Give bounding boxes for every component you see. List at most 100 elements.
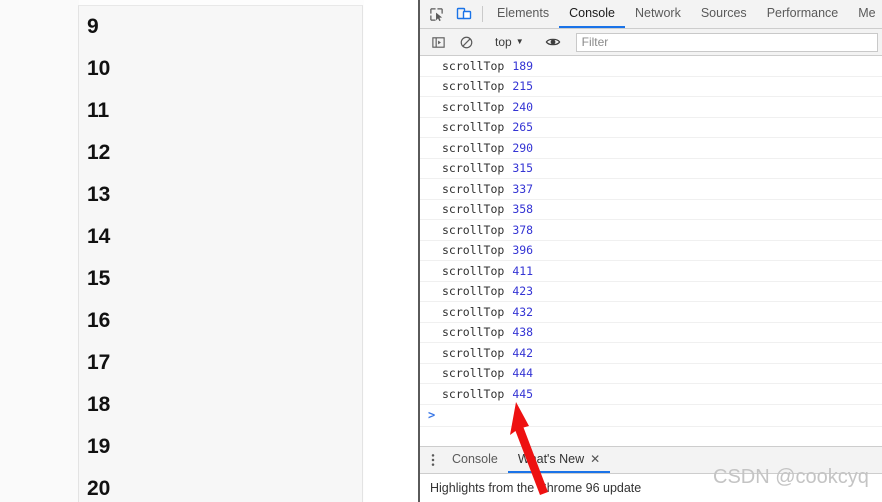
console-message-list[interactable]: scrollTop 189 scrollTop 215 scrollTop 240 scro…: [420, 56, 882, 446]
list-item: 15: [87, 267, 111, 290]
drawer-tab-console[interactable]: Console: [442, 447, 508, 473]
create-live-expression-icon[interactable]: [539, 34, 567, 50]
list-item: 14: [87, 225, 111, 248]
console-message-label: scrollTop: [442, 284, 505, 299]
inspect-element-icon[interactable]: [422, 0, 450, 28]
console-message-label: scrollTop: [442, 181, 505, 196]
console-message-value: 396: [512, 243, 534, 258]
more-options-icon[interactable]: [424, 447, 442, 473]
console-context-selector[interactable]: top ▼: [489, 35, 530, 49]
list-item: 11: [87, 99, 110, 122]
console-prompt-chevron-icon: >: [428, 408, 436, 422]
console-message-row: scrollTop 438: [420, 323, 882, 343]
tab-console[interactable]: Console: [559, 0, 625, 28]
devtools-panel: Elements Console Network Sources Perform…: [418, 0, 882, 502]
console-message-row: scrollTop 396: [420, 241, 882, 261]
console-message-value: 411: [512, 263, 534, 278]
console-message-row: scrollTop 378: [420, 220, 882, 241]
watermark-text: CSDN @cookcyq: [713, 466, 869, 488]
list-item: 10: [87, 57, 111, 80]
list-item: 17: [87, 351, 111, 374]
console-message-value: 432: [512, 304, 534, 319]
drawer-tab-whats-new-label: What's New: [517, 452, 585, 466]
console-message-label: scrollTop: [442, 202, 505, 217]
console-message-value: 265: [512, 120, 534, 135]
console-message-value: 438: [512, 325, 534, 340]
tab-elements[interactable]: Elements: [487, 0, 559, 28]
console-message-row: scrollTop 423: [420, 282, 882, 302]
console-message-label: scrollTop: [442, 366, 505, 381]
console-message-value: 290: [512, 140, 534, 155]
console-message-value: 337: [512, 181, 534, 196]
tab-memory-label: Me: [858, 6, 876, 20]
console-message-value: 240: [512, 99, 534, 114]
console-message-value: 315: [512, 161, 534, 176]
tab-memory[interactable]: Me: [848, 0, 882, 28]
console-message-value: 442: [512, 345, 534, 360]
console-message-row: scrollTop 265: [420, 118, 882, 138]
console-message-value: 378: [512, 222, 534, 237]
tab-performance[interactable]: Performance: [757, 0, 849, 28]
console-message-label: scrollTop: [442, 243, 505, 258]
console-message-label: scrollTop: [442, 99, 505, 114]
console-message-value: 445: [512, 386, 534, 401]
close-icon[interactable]: ✕: [590, 452, 600, 466]
console-message-row: scrollTop 432: [420, 302, 882, 323]
console-message-value: 215: [512, 79, 534, 94]
console-prompt-row[interactable]: >: [420, 405, 882, 427]
console-message-row: scrollTop 215: [420, 77, 882, 97]
console-filter-toolbar: top ▼: [420, 29, 882, 56]
list-item: 20: [87, 477, 111, 500]
whats-new-headline: Highlights from the Chrome 96 update: [430, 481, 642, 495]
console-message-value: 444: [512, 366, 534, 381]
console-message-value: 358: [512, 202, 534, 217]
console-message-row: scrollTop 315: [420, 159, 882, 179]
console-message-row: scrollTop 337: [420, 179, 882, 200]
console-message-row: scrollTop 442: [420, 343, 882, 364]
console-context-value: top: [495, 35, 512, 49]
console-message-value: 423: [512, 284, 534, 299]
chevron-down-icon: ▼: [515, 37, 524, 46]
list-item: 16: [87, 309, 111, 332]
list-item: 12: [87, 141, 111, 164]
console-message-label: scrollTop: [442, 263, 505, 278]
tab-sources[interactable]: Sources: [691, 0, 757, 28]
console-message-label: scrollTop: [442, 140, 505, 155]
show-console-sidebar-icon[interactable]: [424, 35, 452, 50]
list-item: 18: [87, 393, 111, 416]
device-toolbar-icon[interactable]: [450, 0, 478, 28]
clear-console-icon[interactable]: [452, 35, 480, 50]
scrollable-number-list[interactable]: 9 10 11 12 13 14 15 16 17 18 19 20: [78, 5, 363, 502]
tab-console-label: Console: [569, 6, 615, 20]
console-message-row: scrollTop 445: [420, 384, 882, 405]
console-message-label: scrollTop: [442, 161, 505, 176]
console-message-label: scrollTop: [442, 79, 505, 94]
toolbar-separator: [482, 6, 483, 22]
console-message-row: scrollTop 189: [420, 56, 882, 77]
tab-sources-label: Sources: [700, 6, 747, 20]
drawer-tab-console-label: Console: [452, 452, 498, 466]
console-message-label: scrollTop: [442, 386, 505, 401]
console-message-row: scrollTop 290: [420, 138, 882, 159]
console-message-row: scrollTop 444: [420, 364, 882, 384]
tab-network[interactable]: Network: [625, 0, 691, 28]
list-item: 13: [87, 183, 111, 206]
list-item: 9: [87, 15, 99, 38]
tab-performance-label: Performance: [766, 6, 839, 20]
console-message-label: scrollTop: [442, 120, 505, 135]
tab-elements-label: Elements: [497, 6, 550, 20]
console-filter-input[interactable]: [575, 32, 878, 52]
console-message-label: scrollTop: [442, 222, 505, 237]
console-message-row: scrollTop 411: [420, 261, 882, 282]
page-right-margin: [364, 0, 418, 502]
console-message-label: scrollTop: [442, 58, 505, 73]
list-item: 19: [87, 435, 111, 458]
devtools-main-tabstrip: Elements Console Network Sources Perform…: [420, 0, 882, 29]
page-left-margin: [0, 0, 79, 502]
tab-network-label: Network: [634, 6, 681, 20]
drawer-tab-whats-new[interactable]: What's New ✕: [507, 447, 611, 473]
console-message-row: scrollTop 240: [420, 97, 882, 118]
web-page-area: 9 10 11 12 13 14 15 16 17 18 19 20: [0, 0, 418, 502]
console-message-value: 189: [512, 58, 534, 73]
console-message-row: scrollTop 358: [420, 200, 882, 220]
